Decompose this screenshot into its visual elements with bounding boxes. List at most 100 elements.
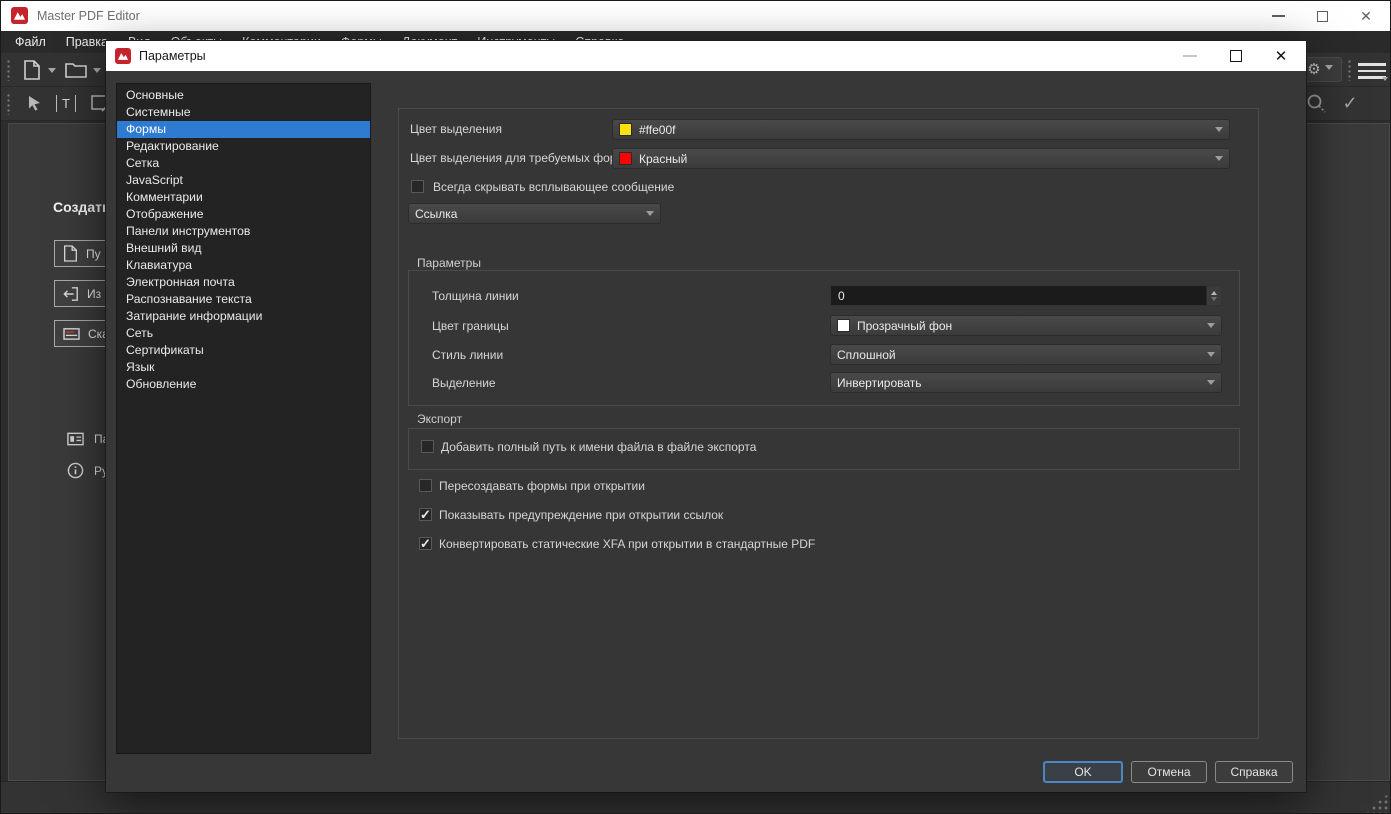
- warn-on-links-label: Показывать предупреждение при открытии с…: [439, 508, 723, 522]
- menu-dropdown-icon: [1382, 77, 1388, 84]
- settings-category-item[interactable]: JavaScript: [117, 172, 370, 189]
- settings-category-item[interactable]: Системные: [117, 104, 370, 121]
- edit-text-tool-button[interactable]: T: [56, 95, 76, 112]
- settings-dropdown-icon: [1325, 65, 1333, 74]
- toolbar-drag-handle[interactable]: [6, 93, 12, 115]
- maximize-button[interactable]: [1300, 1, 1344, 31]
- settings-category-item[interactable]: Редактирование: [117, 138, 370, 155]
- settings-category-item[interactable]: Клавиатура: [117, 257, 370, 274]
- settings-category-item[interactable]: Затирание информации: [117, 308, 370, 325]
- settings-category-item[interactable]: Электронная почта: [117, 274, 370, 291]
- ok-button[interactable]: OK: [1043, 761, 1123, 783]
- select-tool-button[interactable]: [25, 94, 43, 112]
- new-document-dropdown-icon[interactable]: [48, 68, 56, 77]
- cursor-icon: [25, 94, 43, 112]
- settings-category-item[interactable]: Сертификаты: [117, 342, 370, 359]
- maximize-icon: [1317, 11, 1328, 22]
- required-color-label: Цвет выделения для требуемых форм: [410, 151, 625, 165]
- highlight-mode-combobox[interactable]: Инвертировать: [830, 372, 1222, 393]
- hide-popup-checkbox[interactable]: [411, 180, 424, 193]
- app-logo-icon: [11, 7, 28, 24]
- params-group-title: Параметры: [417, 256, 481, 270]
- new-document-icon: [23, 60, 41, 80]
- dialog-maximize-button[interactable]: [1214, 41, 1258, 71]
- highlight-mode-value: Инвертировать: [837, 376, 922, 390]
- dialog-titlebar[interactable]: Параметры ✕: [106, 41, 1306, 71]
- cancel-button[interactable]: Отмена: [1131, 761, 1207, 783]
- required-color-combobox[interactable]: Красный: [612, 148, 1230, 169]
- highlight-mode-label: Выделение: [432, 376, 496, 390]
- settings-category-item[interactable]: Панели инструментов: [117, 223, 370, 240]
- dialog-close-button[interactable]: ✕: [1259, 41, 1303, 71]
- preferences-dialog: Параметры ✕ ОсновныеСистемныеФормыРедакт…: [106, 41, 1306, 792]
- link-type-combobox[interactable]: Ссылка: [408, 203, 661, 224]
- settings-category-item[interactable]: Распознавание текста: [117, 291, 370, 308]
- create-blank-label: Пу: [86, 247, 101, 261]
- chevron-down-icon: [1215, 127, 1223, 136]
- close-button[interactable]: ✕: [1344, 1, 1388, 31]
- warn-on-links-checkbox[interactable]: ✓: [419, 508, 432, 521]
- main-titlebar: Master PDF Editor ✕: [1, 1, 1391, 31]
- color-swatch: [619, 152, 632, 165]
- settings-category-item[interactable]: Сетка: [117, 155, 370, 172]
- check-icon: ✓: [1342, 93, 1357, 114]
- help-button[interactable]: Справка: [1215, 761, 1293, 783]
- settings-category-item[interactable]: Основные: [117, 87, 370, 104]
- toolbar-drag-handle[interactable]: [6, 59, 12, 81]
- line-width-spinbox[interactable]: 0: [830, 285, 1222, 306]
- highlight-color-label: Цвет выделения: [410, 122, 502, 136]
- settings-category-item[interactable]: Формы: [117, 121, 370, 138]
- convert-xfa-checkbox[interactable]: ✓: [419, 537, 432, 550]
- export-full-path-checkbox[interactable]: [421, 440, 434, 453]
- line-style-combobox[interactable]: Сплошной: [830, 344, 1222, 365]
- forms-settings-panel: Цвет выделения #ffe00f Цвет выделения дл…: [398, 108, 1259, 739]
- line-width-label: Толщина линии: [432, 289, 519, 303]
- recreate-forms-label: Пересоздавать формы при открытии: [439, 479, 645, 493]
- color-swatch: [619, 123, 632, 136]
- line-style-value: Сплошной: [837, 348, 896, 362]
- chevron-down-icon: [1207, 380, 1215, 389]
- minimize-button[interactable]: [1256, 1, 1300, 31]
- link-type-value: Ссылка: [415, 207, 457, 221]
- open-document-dropdown-icon[interactable]: [93, 68, 101, 77]
- text-tool-icon: T: [62, 96, 70, 111]
- color-swatch: [837, 319, 850, 332]
- settings-category-list: ОсновныеСистемныеФормыРедактированиеСетк…: [116, 83, 371, 754]
- search-icon: [1306, 93, 1327, 114]
- close-icon: ✕: [1275, 49, 1288, 64]
- welcome-heading: Создать: [53, 199, 111, 215]
- recreate-forms-checkbox[interactable]: [419, 479, 432, 492]
- settings-category-item[interactable]: Сеть: [117, 325, 370, 342]
- info-icon: [67, 462, 84, 479]
- chevron-down-icon: [1207, 352, 1215, 361]
- convert-xfa-label: Конвертировать статические XFA при откры…: [439, 537, 815, 551]
- border-color-combobox[interactable]: Прозрачный фон: [830, 315, 1222, 336]
- new-document-button[interactable]: [19, 58, 45, 82]
- required-color-value: Красный: [639, 152, 687, 166]
- gear-icon: ⚙: [1307, 62, 1320, 77]
- minimize-icon: [1183, 55, 1197, 57]
- dialog-logo-icon: [115, 48, 131, 64]
- import-file-icon: [63, 286, 79, 302]
- line-style-label: Стиль линии: [432, 348, 503, 362]
- menu-item[interactable]: Файл: [5, 31, 56, 53]
- search-button[interactable]: [1306, 93, 1327, 114]
- settings-category-item[interactable]: Язык: [117, 359, 370, 376]
- settings-category-item[interactable]: Обновление: [117, 376, 370, 393]
- validate-button[interactable]: ✓: [1339, 92, 1361, 114]
- open-document-button[interactable]: [63, 58, 89, 82]
- window-title: Master PDF Editor: [37, 9, 140, 23]
- export-group-title: Экспорт: [417, 412, 462, 426]
- highlight-color-value: #ffe00f: [639, 123, 675, 137]
- settings-category-item[interactable]: Внешний вид: [117, 240, 370, 257]
- settings-category-item[interactable]: Комментарии: [117, 189, 370, 206]
- create-from-file-label: Из: [87, 287, 101, 301]
- spinner-buttons[interactable]: [1206, 286, 1221, 305]
- toolbar-drag-handle[interactable]: [1347, 59, 1353, 81]
- border-color-value: Прозрачный фон: [857, 319, 952, 333]
- dialog-minimize-button[interactable]: [1168, 41, 1212, 71]
- close-icon: ✕: [1360, 9, 1372, 23]
- highlight-color-combobox[interactable]: #ffe00f: [612, 119, 1230, 140]
- settings-category-item[interactable]: Отображение: [117, 206, 370, 223]
- minimize-icon: [1272, 15, 1285, 17]
